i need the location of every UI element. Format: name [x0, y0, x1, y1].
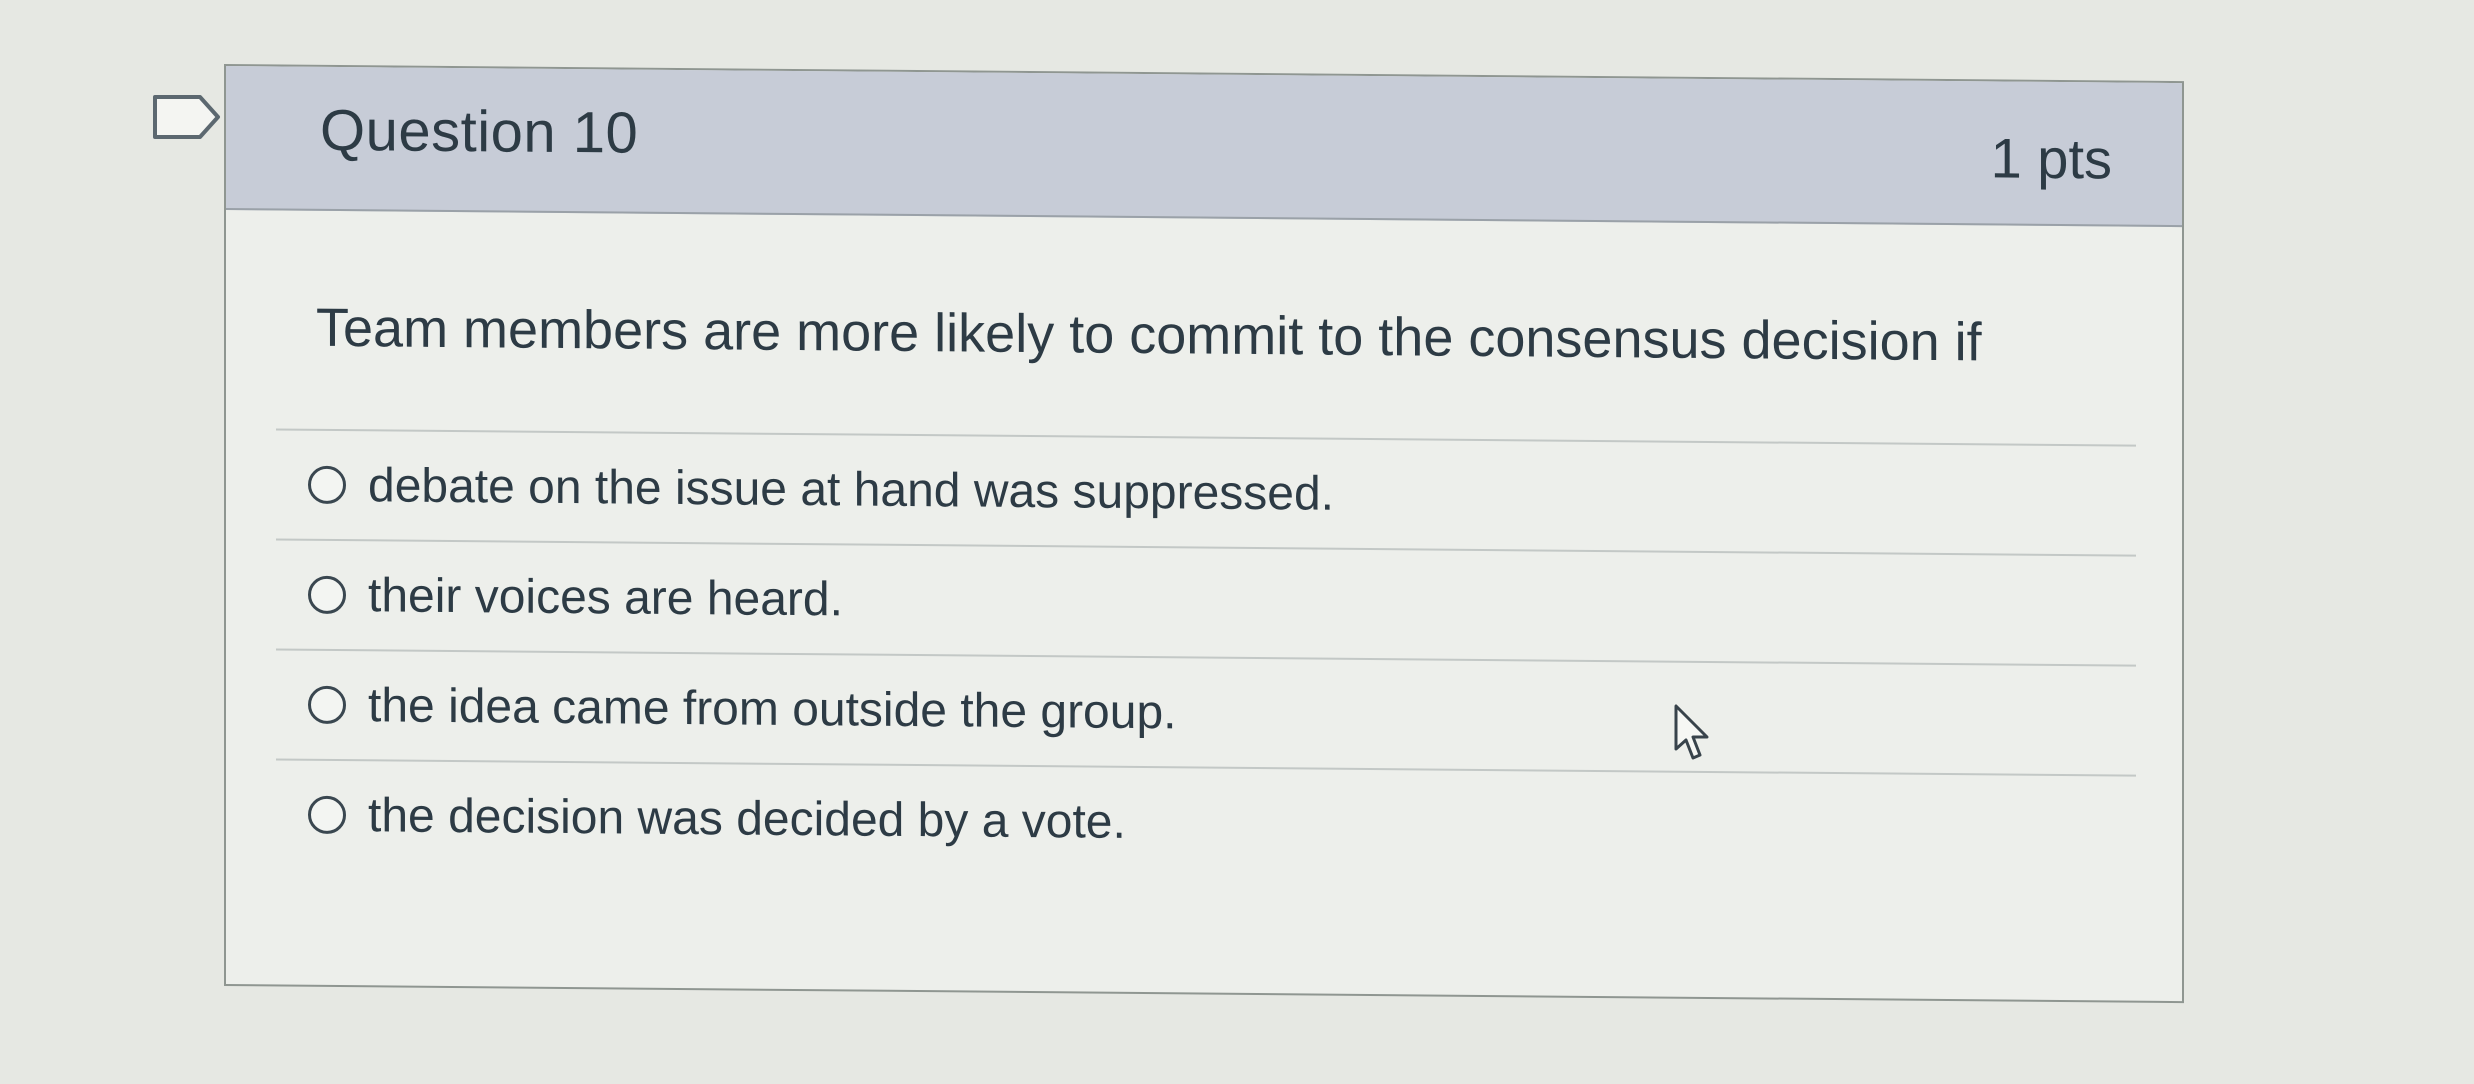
- answer-option-1[interactable]: debate on the issue at hand was suppress…: [276, 430, 2136, 554]
- hand-pointer-cursor-icon: [1674, 704, 1709, 760]
- question-text: Team members are more likely to commit t…: [316, 297, 1982, 373]
- question-card: Question 10 1 pts Team members are more …: [224, 64, 2184, 1004]
- radio-button[interactable]: [308, 575, 346, 615]
- answer-list: debate on the issue at hand was suppress…: [276, 428, 2136, 884]
- answer-option-3[interactable]: the idea came from outside the group.: [276, 650, 2136, 774]
- question-header: Question 10 1 pts: [226, 66, 2182, 228]
- answer-label[interactable]: the decision was decided by a vote.: [368, 788, 1126, 850]
- answer-option-2[interactable]: their voices are heard.: [276, 540, 2136, 664]
- answer-label[interactable]: their voices are heard.: [368, 568, 843, 627]
- question-title: Question 10: [320, 97, 639, 166]
- answer-label[interactable]: debate on the issue at hand was suppress…: [368, 458, 1334, 521]
- bookmark-flag-icon[interactable]: [152, 94, 222, 140]
- radio-button[interactable]: [308, 685, 346, 725]
- radio-button[interactable]: [308, 795, 346, 835]
- answer-label[interactable]: the idea came from outside the group.: [368, 678, 1176, 740]
- question-points: 1 pts: [1990, 126, 2112, 191]
- radio-button[interactable]: [308, 465, 346, 505]
- answer-option-4[interactable]: the decision was decided by a vote.: [276, 760, 2136, 884]
